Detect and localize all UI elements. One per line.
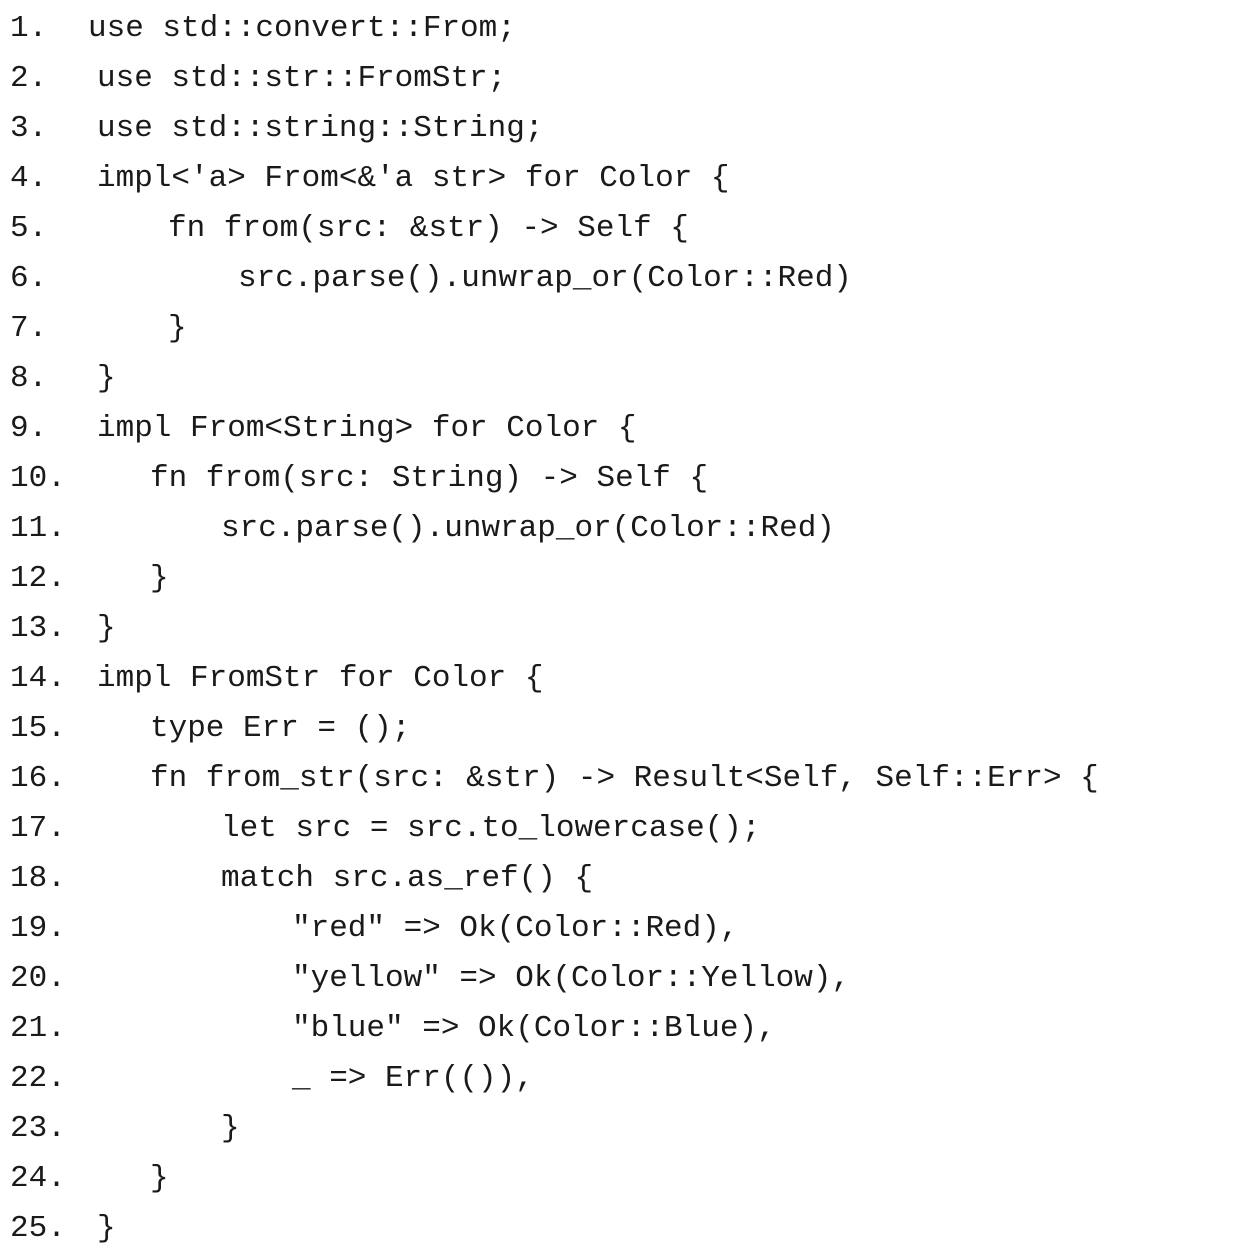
line-number: 15. [10,711,66,746]
line-code: use std::convert::From; [88,11,516,46]
code-line: 14. impl FromStr for Color { [0,654,1242,704]
code-line: 3. use std::string::String; [0,104,1242,154]
line-code: } [150,561,169,596]
line-code: fn from(src: &str) -> Self { [168,211,689,246]
code-line: 1. use std::convert::From; [0,4,1242,54]
line-number: 21. [10,1011,66,1046]
code-line: 21. "blue" => Ok(Color::Blue), [0,1004,1242,1054]
code-line: 22. _ => Err(()), [0,1054,1242,1104]
line-code: match src.as_ref() { [221,861,594,896]
line-number: 16. [10,761,66,796]
line-number: 6. [10,261,48,296]
line-number: 17. [10,811,66,846]
line-code: } [150,1161,169,1196]
code-line: 13.} [0,604,1242,654]
line-number: 8. [10,361,48,396]
line-number: 3. [10,111,48,146]
line-code: _ => Err(()), [292,1061,534,1096]
line-code: impl From<String> for Color { [97,411,637,446]
line-code: } [221,1111,240,1146]
line-code: use std::string::String; [97,111,544,146]
line-code: use std::str::FromStr; [97,61,507,96]
line-number: 14. [10,661,66,696]
line-code: fn from_str(src: &str) -> Result<Self, S… [150,761,1099,796]
code-line: 6. src.parse().unwrap_or(Color::Red) [0,254,1242,304]
line-number: 10. [10,461,66,496]
code-line: 23.} [0,1104,1242,1154]
line-code: let src = src.to_lowercase(); [221,811,761,846]
code-line: 19. "red" => Ok(Color::Red), [0,904,1242,954]
line-code: } [168,311,187,346]
line-code: fn from(src: String) -> Self { [150,461,709,496]
line-number: 20. [10,961,66,996]
code-line: 12.} [0,554,1242,604]
code-line: 8.} [0,354,1242,404]
line-code: type Err = (); [150,711,411,746]
line-number: 23. [10,1111,66,1146]
line-code: src.parse().unwrap_or(Color::Red) [221,511,835,546]
line-number: 18. [10,861,66,896]
code-line: 5. fn from(src: &str) -> Self { [0,204,1242,254]
code-line: 20. "yellow" => Ok(Color::Yellow), [0,954,1242,1004]
code-line: 4. impl<'a> From<&'a str> for Color { [0,154,1242,204]
line-code: impl FromStr for Color { [97,661,544,696]
code-line: 25.} [0,1204,1242,1254]
line-code: impl<'a> From<&'a str> for Color { [97,161,730,196]
line-number: 11. [10,511,66,546]
code-line: 11. src.parse().unwrap_or(Color::Red) [0,504,1242,554]
line-number: 7. [10,311,48,346]
code-line: 24.} [0,1154,1242,1204]
code-line: 2. use std::str::FromStr; [0,54,1242,104]
code-line: 16. fn from_str(src: &str) -> Result<Self… [0,754,1242,804]
line-number: 19. [10,911,66,946]
line-number: 25. [10,1211,66,1246]
line-code: } [97,611,116,646]
line-code: "red" => Ok(Color::Red), [292,911,739,946]
code-listing: 1. use std::convert::From; 2. use std::str… [0,0,1242,1251]
line-number: 22. [10,1061,66,1096]
code-line: 18. match src.as_ref() { [0,854,1242,904]
line-code: src.parse().unwrap_or(Color::Red) [238,261,852,296]
line-number: 9. [10,411,48,446]
line-number: 2. [10,61,48,96]
line-number: 1. [10,11,48,46]
line-code: "blue" => Ok(Color::Blue), [292,1011,776,1046]
line-code: "yellow" => Ok(Color::Yellow), [292,961,851,996]
code-line: 7.} [0,304,1242,354]
line-number: 5. [10,211,48,246]
line-code: } [97,361,116,396]
code-line: 17. let src = src.to_lowercase(); [0,804,1242,854]
code-line: 15. type Err = (); [0,704,1242,754]
line-number: 13. [10,611,66,646]
line-number: 4. [10,161,48,196]
line-number: 12. [10,561,66,596]
code-line: 10. fn from(src: String) -> Self { [0,454,1242,504]
code-line: 9. impl From<String> for Color { [0,404,1242,454]
line-code: } [97,1211,116,1246]
line-number: 24. [10,1161,66,1196]
